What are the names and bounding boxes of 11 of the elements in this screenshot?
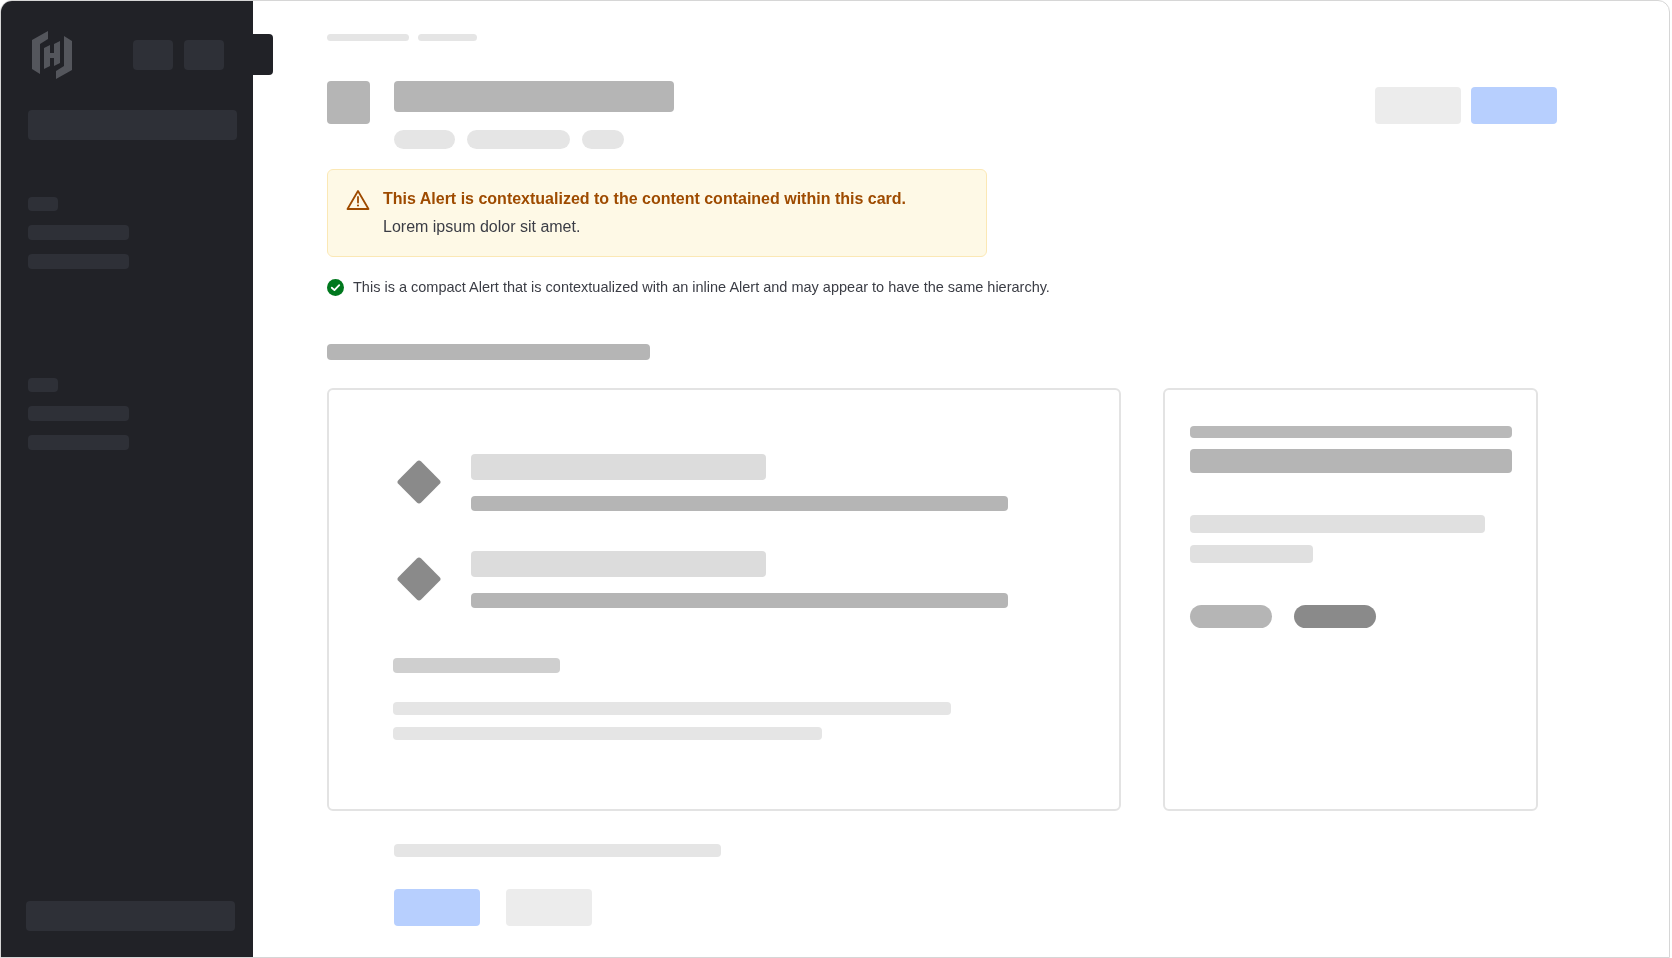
skeleton-bar: [394, 130, 455, 149]
alert-title: This Alert is contextualized to the content contained within this card.: [383, 189, 906, 209]
skeleton-bar: [582, 130, 624, 149]
primary-button-skeleton[interactable]: [394, 888, 480, 926]
skeleton-bar: [418, 34, 477, 41]
warning-icon: [346, 189, 370, 211]
compact-alert-text: This is a compact Alert that is contextualized with an inline Alert and may appear to have the same hierarchy.: [353, 278, 1050, 297]
skeleton-bar: [327, 81, 370, 124]
primary-button-skeleton[interactable]: [1471, 87, 1557, 124]
alert-description: Lorem ipsum dolor sit amet.: [383, 217, 582, 237]
check-circle-icon: [327, 279, 344, 297]
